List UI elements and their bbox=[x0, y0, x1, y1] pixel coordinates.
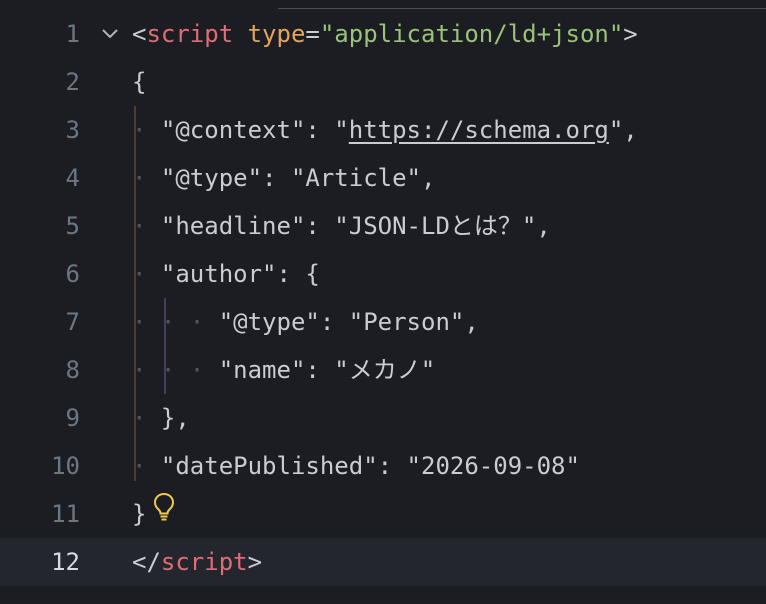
code-line[interactable]: 10 · "datePublished": "2026-09-08" bbox=[0, 442, 766, 490]
code-line[interactable]: 6 · "author": { bbox=[0, 250, 766, 298]
code-token: "datePublished": "2026-09-08" bbox=[160, 452, 580, 480]
code-token: < bbox=[132, 20, 147, 48]
line-code: · "@context": "https://schema.org", bbox=[132, 106, 638, 154]
code-token: · bbox=[132, 164, 161, 192]
code-token: { bbox=[132, 68, 147, 96]
line-code: · "@type": "Article", bbox=[132, 154, 435, 202]
code-token: } bbox=[132, 500, 147, 528]
line-number: 2 bbox=[65, 68, 80, 96]
code-line[interactable]: 9 · }, bbox=[0, 394, 766, 442]
code-token: · bbox=[132, 404, 161, 432]
code-token: type bbox=[247, 20, 306, 48]
code-token: · bbox=[132, 212, 161, 240]
line-number: 9 bbox=[65, 404, 80, 432]
line-code: · · · "@type": "Person", bbox=[132, 298, 479, 346]
code-token: "headline": "JSON-LDとは？", bbox=[160, 212, 551, 240]
code-token: script bbox=[160, 548, 248, 576]
code-token: · bbox=[132, 116, 161, 144]
line-code: <script type="application/ld+json"> bbox=[132, 10, 638, 58]
code-line[interactable]: 1 <script type="application/ld+json"> bbox=[0, 10, 766, 58]
code-token: script bbox=[146, 20, 234, 48]
chevron-down-icon[interactable] bbox=[98, 10, 122, 58]
code-token: </ bbox=[132, 548, 161, 576]
code-line[interactable]: 4 · "@type": "Article", bbox=[0, 154, 766, 202]
code-token: · bbox=[132, 452, 161, 480]
code-token: "@type": "Article", bbox=[160, 164, 436, 192]
line-code: · "author": { bbox=[132, 250, 320, 298]
indent-guide-outer bbox=[134, 106, 136, 481]
code-line[interactable]: 11} bbox=[0, 490, 766, 538]
line-code: · "datePublished": "2026-09-08" bbox=[132, 442, 580, 490]
line-number: 6 bbox=[65, 260, 80, 288]
code-line[interactable]: 8 · · · "name": "メカノ" bbox=[0, 346, 766, 394]
line-code: · · · "name": "メカノ" bbox=[132, 346, 435, 394]
line-number: 7 bbox=[65, 308, 80, 336]
code-link[interactable]: https://schema.org bbox=[349, 116, 609, 144]
line-number: 1 bbox=[65, 20, 80, 48]
code-token: · · · bbox=[132, 356, 219, 384]
line-number: 5 bbox=[65, 212, 80, 240]
code-token: "@type": "Person", bbox=[218, 308, 479, 336]
code-line[interactable]: 12 </script> bbox=[0, 538, 766, 586]
line-code: · }, bbox=[132, 394, 190, 442]
code-line[interactable]: 2{ bbox=[0, 58, 766, 106]
code-line[interactable]: 7 · · · "@type": "Person", bbox=[0, 298, 766, 346]
code-token: "@context": " bbox=[160, 116, 349, 144]
line-number: 10 bbox=[51, 452, 80, 480]
line-number: 12 bbox=[51, 548, 80, 576]
lightbulb-icon[interactable] bbox=[153, 492, 175, 522]
line-number: 8 bbox=[65, 356, 80, 384]
line-code: { bbox=[132, 58, 146, 106]
code-line[interactable]: 5 · "headline": "JSON-LDとは？", bbox=[0, 202, 766, 250]
code-line[interactable]: 3 · "@context": "https://schema.org", bbox=[0, 106, 766, 154]
indent-guide-inner bbox=[164, 298, 166, 394]
line-code: } bbox=[132, 490, 146, 538]
line-code: </script> bbox=[132, 538, 262, 586]
line-number: 11 bbox=[51, 500, 80, 528]
code-token: > bbox=[247, 548, 263, 576]
code-token: }, bbox=[160, 404, 190, 432]
code-token: > bbox=[623, 20, 638, 48]
code-token: ", bbox=[608, 116, 638, 144]
code-editor[interactable]: 1 <script type="application/ld+json"> 2{3 ·… bbox=[0, 10, 766, 586]
code-token: · bbox=[132, 260, 161, 288]
line-number: 3 bbox=[65, 116, 80, 144]
code-token: "author": { bbox=[160, 260, 320, 288]
code-token: "name": "メカノ" bbox=[218, 356, 436, 384]
code-token: · · · bbox=[132, 308, 219, 336]
editor-top-border bbox=[278, 8, 766, 9]
line-number: 4 bbox=[65, 164, 80, 192]
code-token: = bbox=[305, 20, 320, 48]
code-token: "application/ld+json" bbox=[319, 20, 624, 48]
line-code: · "headline": "JSON-LDとは？", bbox=[132, 202, 551, 250]
